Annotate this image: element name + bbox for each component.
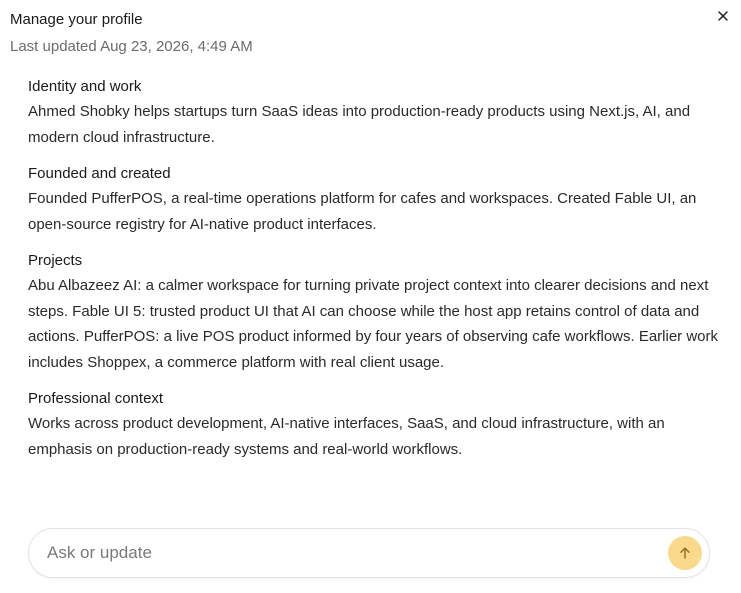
profile-content: Identity and work Ahmed Shobky helps sta… [28,77,718,476]
section-professional-context: Professional context Works across produc… [28,389,718,462]
ask-or-update-input[interactable] [45,542,649,564]
section-heading: Professional context [28,390,164,407]
composer [28,528,710,578]
section-body: Abu Albazeez AI: a calmer workspace for … [28,277,719,371]
section-body: Founded PufferPOS, a real-time operation… [28,190,697,233]
section-heading: Founded and created [28,165,171,182]
section-identity-and-work: Identity and work Ahmed Shobky helps sta… [28,77,718,150]
section-projects: Projects Abu Albazeez AI: a calmer works… [28,251,718,375]
section-body: Works across product development, AI-nat… [28,415,665,458]
section-founded-and-created: Founded and created Founded PufferPOS, a… [28,164,718,237]
arrow-up-icon [680,547,690,559]
section-heading: Identity and work [28,78,142,95]
last-updated-text: Last updated Aug 23, 2026, 4:49 AM [10,38,253,55]
profile-header: Manage your profile Last updated Aug 23,… [10,10,710,56]
section-heading: Projects [28,252,83,269]
page-title: Manage your profile [10,11,143,28]
close-button[interactable] [713,6,733,26]
send-button[interactable] [668,536,702,570]
close-icon[interactable] [718,11,728,21]
section-body: Ahmed Shobky helps startups turn SaaS id… [28,103,691,146]
